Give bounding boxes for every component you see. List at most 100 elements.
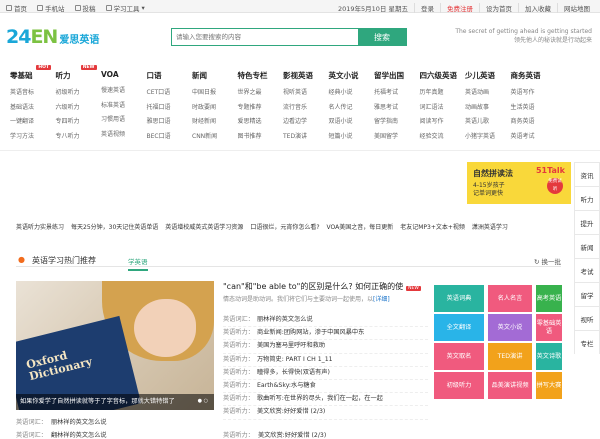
list-item[interactable]: 英语听力： 瞳得多，长得快(双语有声) [223, 367, 428, 380]
quick-link[interactable]: VOA美国之音，每日更新 [327, 222, 394, 231]
sitemap-link[interactable]: 网站地图 [557, 3, 596, 13]
tool-tile[interactable]: 零基础英语 [536, 314, 562, 341]
nav-subitem[interactable]: 一键翻译 [10, 118, 54, 133]
nav-subitem[interactable]: 六级听力 [56, 104, 100, 119]
nav-subitem[interactable]: 流行音乐 [283, 104, 327, 119]
nav-subitem[interactable]: 英语音标 [10, 89, 54, 104]
quick-link[interactable]: 口语很烂，元宵你怎么看? [250, 222, 319, 231]
nav-subitem[interactable]: 专八听力 [56, 133, 100, 148]
nav-subitem[interactable]: 图书推荐 [238, 133, 282, 148]
nav-heading[interactable]: 新闻 [192, 70, 236, 81]
nav-subitem[interactable]: 雅思考试 [374, 104, 418, 119]
nav-subitem[interactable]: 留学指南 [374, 118, 418, 133]
nav-subitem[interactable]: 慢速英语 [101, 87, 145, 102]
nav-subitem[interactable]: 词汇语法 [420, 104, 464, 119]
nav-subitem[interactable]: 小猪字英语 [465, 133, 509, 148]
side-item[interactable]: 听力 [574, 186, 600, 210]
nav-subitem[interactable]: 美国留学 [374, 133, 418, 148]
nav-heading[interactable]: 英文小说 [329, 70, 373, 81]
quick-link[interactable]: 潇洲英语学习 [472, 222, 508, 231]
nav-heading[interactable]: 四六级英语 [420, 70, 464, 81]
side-item[interactable]: 专栏 [574, 330, 600, 354]
nav-heading[interactable]: 少儿英语 [465, 70, 509, 81]
nav-heading[interactable]: 留学出国 [374, 70, 418, 81]
side-item[interactable]: 新闻 [574, 234, 600, 258]
nav-subitem[interactable]: 双语小说 [329, 118, 373, 133]
tool-tile[interactable]: 品美演讲视频 [488, 372, 532, 399]
list-item[interactable]: 英语词汇： 丽林祥的英文怎么说 [223, 314, 428, 328]
search-input[interactable] [172, 29, 358, 45]
search-button[interactable]: 搜索 [358, 29, 406, 45]
nav-heading[interactable]: 听力 NEW [56, 65, 100, 81]
tool-tile[interactable]: 拼写大赛 [536, 372, 562, 399]
list-item[interactable]: 英语听力： 美文欣赏:好好爱惜 (2/3) [223, 406, 428, 420]
nav-subitem[interactable]: 动画故事 [465, 104, 509, 119]
list-item[interactable]: 英语听力： 美国为塞马里呼吁和救助 [223, 340, 428, 354]
nav-subitem[interactable]: 雅思口语 [147, 118, 191, 133]
nav-subitem[interactable]: 英语儿歌 [465, 118, 509, 133]
refresh-button[interactable]: ↻ 换一批 [534, 256, 561, 266]
nav-subitem[interactable]: 生活英语 [511, 104, 555, 119]
nav-subitem[interactable]: 中国日报 [192, 89, 236, 104]
nav-subitem[interactable]: 习惯用语 [101, 116, 145, 131]
headline-link[interactable]: "can"和"be able to"的区别是什么? 如何正确的使 NEW [223, 281, 421, 292]
tools-menu[interactable]: 学习工具 ▾ [105, 3, 145, 13]
nav-subitem[interactable]: 时政要闻 [192, 104, 236, 119]
side-item[interactable]: 留学 [574, 282, 600, 306]
nav-subitem[interactable]: 商务英语 [511, 118, 555, 133]
nav-subitem[interactable]: BEC口语 [147, 133, 191, 148]
tool-tile[interactable]: 英文小说 [488, 314, 532, 341]
nav-heading[interactable]: 零基础 HOT [10, 65, 54, 81]
tool-tile[interactable]: 英语词典 [434, 285, 484, 312]
nav-subitem[interactable]: 英语考试 [511, 133, 555, 148]
side-item[interactable]: 视听 [574, 306, 600, 330]
site-logo[interactable]: 24EN 爱思英语 [6, 26, 99, 48]
nav-subitem[interactable]: CNN新闻 [192, 133, 236, 148]
nav-subitem[interactable]: 历年真题 [420, 89, 464, 104]
nav-heading[interactable]: VOA [101, 70, 145, 79]
tab-learn-english[interactable]: 学英语 [128, 256, 148, 271]
nav-subitem[interactable]: 名人传记 [329, 104, 373, 119]
ad-banner[interactable]: 自然拼读法 4-15岁孩子 记单词更快 51Talk 免费试听 [467, 162, 571, 204]
tool-tile[interactable]: 英文取名 [434, 343, 484, 370]
carousel-dots[interactable]: ● ○ [198, 398, 208, 404]
nav-heading[interactable]: 口语 [147, 70, 191, 81]
list-item[interactable]: 英语听力： Earth&Sky:水与糖食 [223, 380, 428, 394]
nav-subitem[interactable]: TED演讲 [283, 133, 327, 148]
set-homepage-link[interactable]: 设为首页 [479, 3, 518, 13]
nav-subitem[interactable]: 英语视频 [101, 131, 145, 146]
list-item[interactable]: 英语听力： 商业新闻:团购网站，渗于中国风暴中东 [223, 327, 428, 341]
nav-subitem[interactable]: 标准英语 [101, 102, 145, 117]
quick-link[interactable]: 英语增校威英式英语学习资源 [165, 222, 243, 231]
quick-link[interactable]: 每天25分钟，30天记住英语单语 [71, 222, 158, 231]
nav-subitem[interactable]: CET口语 [147, 89, 191, 104]
nav-subitem[interactable]: 阅读写作 [420, 118, 464, 133]
nav-subitem[interactable]: 学习方法 [10, 133, 54, 148]
nav-subitem[interactable]: 世界之最 [238, 89, 282, 104]
nav-subitem[interactable]: 经典小说 [329, 89, 373, 104]
tool-tile[interactable]: 高考英语 [536, 285, 562, 312]
nav-subitem[interactable]: 爱思精选 [238, 118, 282, 133]
featured-image[interactable]: Oxford Dictionary 如果你爱学了自然拼读就等于了字音标，那就大错… [16, 281, 214, 410]
tool-tile[interactable]: TED演讲 [488, 343, 532, 370]
side-item[interactable]: 提升 [574, 210, 600, 234]
add-favorite-link[interactable]: 加入收藏 [518, 3, 557, 13]
nav-subitem[interactable]: 英语动画 [465, 89, 509, 104]
nav-heading[interactable]: 影视英语 [283, 70, 327, 81]
nav-subitem[interactable]: 经验交流 [420, 133, 464, 148]
nav-subitem[interactable]: 短篇小说 [329, 133, 373, 148]
featured-caption[interactable]: 如果你爱学了自然拼读就等于了字音标，那就大错特错了 [16, 394, 214, 410]
nav-subitem[interactable]: 托福考试 [374, 89, 418, 104]
side-item[interactable]: 资讯 [574, 162, 600, 186]
nav-subitem[interactable]: 初级听力 [56, 89, 100, 104]
nav-subitem[interactable]: 专题推荐 [238, 104, 282, 119]
register-link[interactable]: 免费注册 [440, 3, 479, 13]
quick-link[interactable]: 老友记MP3+文本+视频 [400, 222, 465, 231]
submit-link[interactable]: 投稿 [74, 3, 96, 13]
nav-subitem[interactable]: 托福口语 [147, 104, 191, 119]
tool-tile[interactable]: 名人名言 [488, 285, 532, 312]
login-link[interactable]: 登录 [414, 3, 440, 13]
nav-heading[interactable]: 商务英语 [511, 70, 555, 81]
list-item[interactable]: 英语词汇： 翻林祥的英文怎么说 [16, 430, 107, 439]
list-item[interactable]: 英语听力： 万物简史: PART I CH 1_11 [223, 354, 428, 367]
